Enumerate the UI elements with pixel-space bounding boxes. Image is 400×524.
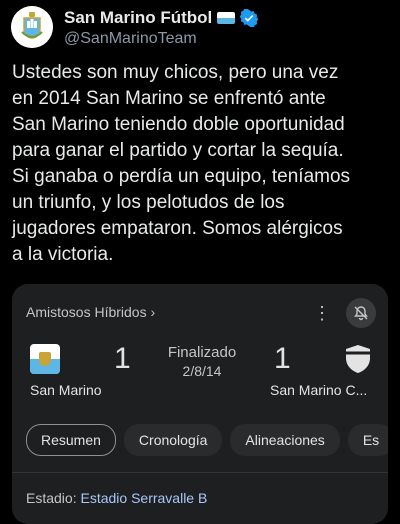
tab-alineaciones[interactable]: Alineaciones bbox=[230, 424, 340, 456]
stadium-info: Estadio: Estadio Serravalle B bbox=[26, 490, 207, 506]
match-card[interactable]: Amistosos Híbridos › ⋮ 1 Finalizado 2/8/… bbox=[12, 284, 388, 524]
tab-cronologia[interactable]: Cronología bbox=[123, 424, 223, 456]
stadium-label: Estadio: bbox=[26, 490, 81, 506]
more-options-icon[interactable]: ⋮ bbox=[312, 302, 332, 324]
match-tabs: Resumen Cronología Alineaciones Es bbox=[26, 424, 388, 456]
tab-estadisticas[interactable]: Es bbox=[347, 424, 388, 456]
account-name-row: San Marino Fútbol bbox=[64, 8, 259, 28]
tab-resumen[interactable]: Resumen bbox=[26, 424, 116, 456]
competition-link[interactable]: Amistosos Híbridos › bbox=[26, 304, 155, 320]
san-marino-crest-icon bbox=[11, 6, 53, 48]
home-team-name[interactable]: San Marino bbox=[30, 382, 102, 398]
divider bbox=[12, 472, 388, 473]
account-name[interactable]: San Marino Fútbol bbox=[64, 8, 212, 28]
match-date: 2/8/14 bbox=[182, 363, 222, 379]
tweet-text: Ustedes son muy chicos, pero una vez en … bbox=[12, 62, 351, 265]
bell-off-icon bbox=[354, 306, 368, 321]
notification-bell-button[interactable] bbox=[346, 298, 376, 328]
account-handle[interactable]: @SanMarinoTeam bbox=[64, 30, 197, 48]
away-team-shield-icon[interactable] bbox=[344, 344, 372, 374]
avatar[interactable] bbox=[11, 6, 53, 48]
home-team-flag-icon[interactable] bbox=[30, 344, 60, 374]
san-marino-flag-icon bbox=[217, 12, 236, 24]
home-score: 1 bbox=[114, 342, 131, 375]
stadium-link[interactable]: Estadio Serravalle B bbox=[80, 490, 207, 506]
verified-badge-icon bbox=[240, 9, 259, 27]
away-team-name[interactable]: San Marino C... bbox=[270, 382, 367, 398]
match-status: Finalizado bbox=[167, 344, 237, 361]
away-score: 1 bbox=[274, 342, 291, 375]
